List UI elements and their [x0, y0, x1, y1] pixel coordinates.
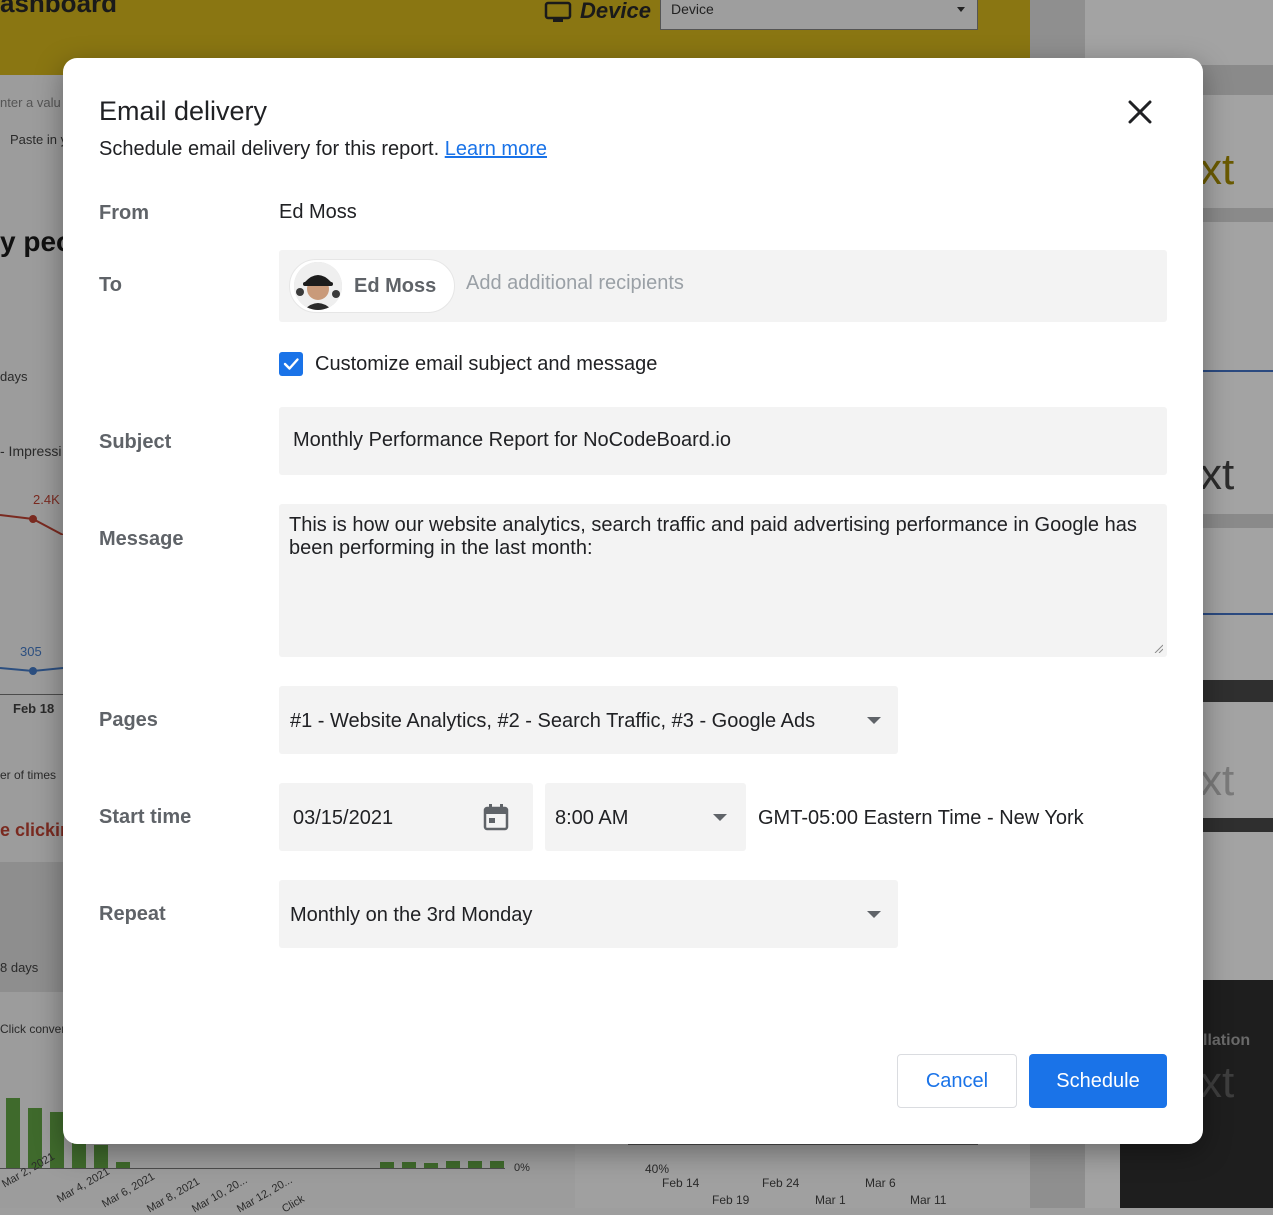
subject-label: Subject [99, 431, 172, 453]
bg-snippet: days [0, 369, 28, 384]
bg-snippet: Paste in y [10, 132, 68, 147]
to-label: To [99, 274, 122, 296]
schedule-button[interactable]: Schedule [1029, 1054, 1167, 1108]
bg-snippet: Feb 24 [762, 1176, 800, 1190]
bg-bar [446, 1161, 460, 1168]
start-date-value: 03/15/2021 [293, 807, 394, 829]
pages-select-value: #1 - Website Analytics, #2 - Search Traf… [290, 710, 816, 732]
bg-line-chart-red [0, 514, 63, 535]
bg-bar [468, 1161, 482, 1168]
bg-snippet: Feb 19 [712, 1193, 750, 1207]
bg-snippet: xt [1200, 450, 1235, 499]
customize-email-row[interactable]: Customize email subject and message [279, 352, 657, 376]
caret-down-icon [867, 911, 881, 918]
subject-input[interactable] [293, 429, 1153, 452]
bg-snippet: xt [1200, 145, 1235, 194]
bg-bar [6, 1098, 20, 1168]
calendar-icon[interactable] [483, 803, 509, 831]
bg-snippet: xt [1200, 1058, 1235, 1107]
recipient-chip[interactable]: Ed Moss [289, 259, 456, 313]
bg-axis [0, 694, 63, 695]
pages-select[interactable]: #1 - Website Analytics, #2 - Search Traf… [279, 686, 898, 754]
subject-field[interactable] [279, 407, 1167, 475]
learn-more-link[interactable]: Learn more [445, 138, 547, 160]
start-time-value: 8:00 AM [555, 807, 629, 829]
pages-label: Pages [99, 709, 158, 731]
dialog-subtitle-text: Schedule email delivery for this report. [99, 138, 440, 160]
bg-device-select-value: Device [671, 1, 714, 17]
bg-snippet: Mar 11 [910, 1193, 947, 1207]
resize-handle-icon[interactable] [1153, 643, 1163, 653]
dialog-subtitle: Schedule email delivery for this report.… [99, 138, 547, 161]
bg-device-label: Device [580, 0, 651, 23]
bg-snippet: xt [1200, 756, 1235, 805]
bg-snippet: Feb 18 [13, 701, 55, 716]
checkbox-check-icon [283, 358, 299, 370]
start-date-picker[interactable]: 03/15/2021 [279, 783, 533, 851]
avatar [294, 262, 342, 310]
bg-bar [94, 1145, 108, 1168]
repeat-select-value: Monthly on the 3rd Monday [290, 904, 533, 926]
cancel-button[interactable]: Cancel [897, 1054, 1017, 1108]
message-textarea[interactable]: This is how our website analytics, searc… [289, 514, 1159, 652]
bg-snippet: Click conver [0, 1022, 66, 1036]
customize-email-label: Customize email subject and message [315, 352, 658, 375]
bg-axis [628, 1144, 978, 1145]
bg-snippet: Mar 6 [865, 1176, 896, 1190]
bg-snippet: er of times [0, 768, 57, 782]
bg-snippet: 305 [20, 644, 42, 659]
dialog-title: Email delivery [99, 96, 268, 126]
caret-down-icon [713, 814, 727, 821]
recipient-chip-name: Ed Moss [354, 274, 437, 297]
bg-snippet: 0% [514, 1162, 530, 1174]
customize-email-checkbox[interactable] [279, 352, 303, 376]
bg-snippet: nter a valu [0, 95, 61, 110]
bg-snippet: - Impressi [0, 443, 62, 459]
bg-snippet: Feb 14 [662, 1176, 700, 1190]
bg-line-chart-blue [0, 667, 63, 675]
bg-snippet: e clickin [0, 820, 72, 840]
close-icon [1128, 100, 1152, 124]
from-label: From [99, 202, 149, 224]
close-button[interactable] [1122, 94, 1158, 130]
avatar-image [294, 262, 342, 310]
repeat-label: Repeat [99, 903, 166, 925]
start-time-label: Start time [99, 806, 192, 828]
bg-snippet: Mar 1 [815, 1193, 846, 1207]
recipients-field[interactable]: Ed Moss [279, 250, 1167, 322]
bg-snippet: llation [1203, 1032, 1251, 1049]
bg-snippet: 40% [645, 1162, 670, 1176]
bg-bar [490, 1161, 504, 1168]
email-delivery-dialog: Email delivery Schedule email delivery f… [63, 58, 1203, 1144]
from-value: Ed Moss [279, 201, 357, 223]
caret-down-icon [867, 717, 881, 724]
timezone-label: GMT-05:00 Eastern Time - New York [758, 807, 1084, 829]
caret-down-icon [957, 7, 965, 12]
add-recipients-input[interactable] [466, 272, 1116, 295]
monitor-icon [544, 1, 572, 22]
start-time-select[interactable]: 8:00 AM [545, 783, 746, 851]
message-label: Message [99, 528, 184, 550]
message-field[interactable]: This is how our website analytics, searc… [279, 504, 1167, 657]
repeat-select[interactable]: Monthly on the 3rd Monday [279, 880, 898, 948]
bg-axis [0, 1168, 505, 1169]
bg-dashboard-title: ashboard [0, 0, 118, 18]
bg-device-select[interactable]: Device [660, 0, 978, 30]
bg-snippet: 8 days [0, 960, 39, 975]
